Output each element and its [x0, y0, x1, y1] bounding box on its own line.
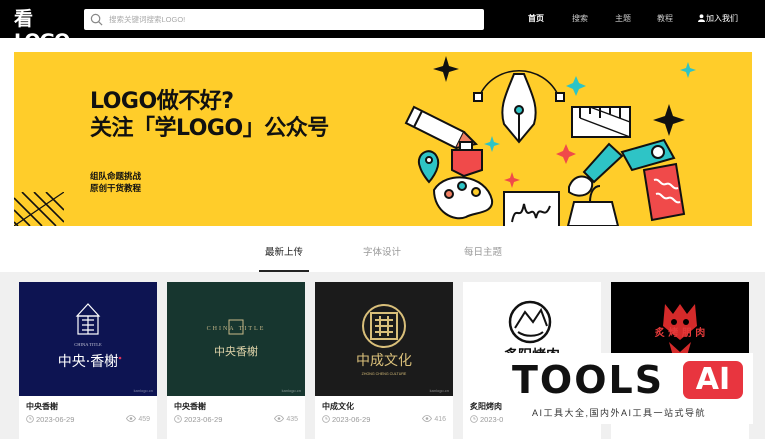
search-input[interactable]	[109, 9, 479, 30]
logo-thumbnail[interactable]: 中成文化 ZHONG CHENG CULTURE kanlogo.cn	[315, 282, 453, 396]
banner-section: LOGO做不好? 关注「学LOGO」公众号 组队命题挑战 原创干货教程	[0, 38, 765, 238]
card-3-small-text: ZHONG CHENG CULTURE	[362, 372, 407, 376]
logo-card[interactable]: CHINA TITLE 中央香榭 kanlogo.cn 中央香榭 2023-06…	[167, 282, 305, 439]
card-2-small-text: CHINA TITLE	[207, 326, 266, 332]
card-date: 2023-06-29	[174, 415, 222, 424]
logo-card[interactable]: 中成文化 ZHONG CHENG CULTURE kanlogo.cn 中成文化…	[315, 282, 453, 439]
clock-icon	[470, 415, 478, 423]
clock-icon	[26, 415, 34, 423]
tools-ai-watermark: TOOLS AI AI工具大全,国内外AI工具一站式导航	[503, 353, 753, 424]
eye-icon	[274, 415, 285, 422]
tools-ai-brand: TOOLS	[512, 358, 665, 402]
card-views: 459	[126, 415, 150, 423]
category-tabs: 最新上传 字体设计 每日主题	[0, 238, 765, 272]
card-views-count: 459	[138, 416, 150, 423]
card-title[interactable]: 中成文化	[322, 401, 354, 412]
banner-sub-line1: 组队命题挑战	[90, 171, 142, 181]
card-1-logo-text: 中央·香榭	[58, 354, 118, 370]
card-title[interactable]: 炙阳烤肉	[470, 401, 502, 412]
card-2-logo-text: 中央香榭	[214, 344, 258, 358]
banner-title-line1: LOGO做不好?	[90, 89, 234, 114]
tab-font-design[interactable]: 字体设计	[357, 238, 407, 272]
nav-themes[interactable]: 主题	[615, 0, 631, 38]
banner-sub-line2: 原创干货教程	[90, 183, 142, 193]
search-box[interactable]	[84, 9, 484, 30]
nav-tutorials[interactable]: 教程	[657, 0, 673, 38]
card-title[interactable]: 中央香榭	[174, 401, 206, 412]
card-date-text: 2023-06-29	[36, 415, 75, 424]
card-title[interactable]: 中央香榭	[26, 401, 58, 412]
card-date: 2023-0	[470, 415, 503, 424]
logo-emblem-image: 中成文化 ZHONG CHENG CULTURE	[356, 304, 412, 376]
tools-ai-tagline: AI工具大全,国内外AI工具一站式导航	[532, 408, 707, 418]
search-icon	[90, 13, 103, 26]
nav-join-label: 加入我们	[706, 14, 738, 23]
user-icon	[698, 14, 705, 22]
card-views: 416	[422, 415, 446, 423]
watermark: kanlogo.cn	[133, 388, 153, 393]
card-3-logo-text: 中成文化	[356, 353, 412, 369]
card-views: 435	[274, 415, 298, 423]
ai-badge: AI	[683, 361, 743, 399]
card-date-text: 2023-06-29	[332, 415, 371, 424]
eye-icon	[422, 415, 433, 422]
tab-latest-uploads[interactable]: 最新上传	[259, 238, 309, 272]
site-logo[interactable]: 看LOGO	[14, 8, 70, 52]
clock-icon	[322, 415, 330, 423]
card-date-text: 2023-06-29	[184, 415, 223, 424]
banner-title-line2: 关注「学LOGO」公众号	[90, 116, 329, 141]
card-5-logo-text: 炙 烤 朋 肉	[655, 326, 705, 339]
logo-thumbnail[interactable]: CHINA TITLE 中央香榭 kanlogo.cn	[167, 282, 305, 396]
card-date-text: 2023-0	[480, 415, 504, 424]
card-date: 2023-06-29	[322, 415, 370, 424]
tab-daily-theme[interactable]: 每日主题	[458, 238, 508, 272]
design-tools-illustration	[404, 56, 696, 226]
banner-subtitle: 组队命题挑战 原创干货教程	[90, 170, 141, 194]
logo-card[interactable]: CHINA TITLE 中央·香榭 kanlogo.cn 中央香榭 2023-0…	[19, 282, 157, 439]
nav-join-us[interactable]: 加入我们	[698, 0, 738, 38]
logo-thumbnail[interactable]: CHINA TITLE 中央·香榭 kanlogo.cn	[19, 282, 157, 396]
banner-title: LOGO做不好? 关注「学LOGO」公众号	[90, 88, 329, 142]
card-date: 2023-06-29	[26, 415, 74, 424]
nav-home[interactable]: 首页	[528, 0, 544, 38]
card-views-count: 416	[434, 416, 446, 423]
card-1-small-text: CHINA TITLE	[74, 342, 102, 347]
watermark: kanlogo.cn	[429, 388, 449, 393]
eye-icon	[126, 415, 137, 422]
nav-search[interactable]: 搜索	[572, 0, 588, 38]
logo-emblem-image: CHINA TITLE 中央香榭	[207, 319, 266, 358]
pattern-decoration	[14, 192, 64, 226]
card-views-count: 435	[286, 416, 298, 423]
promo-banner[interactable]: LOGO做不好? 关注「学LOGO」公众号 组队命题挑战 原创干货教程	[14, 52, 752, 226]
logo-emblem-image: CHINA TITLE 中央·香榭	[58, 303, 122, 370]
top-navbar: 看LOGO 首页 搜索 主题 教程 加入我们	[0, 0, 765, 52]
watermark: kanlogo.cn	[281, 388, 301, 393]
clock-icon	[174, 415, 182, 423]
